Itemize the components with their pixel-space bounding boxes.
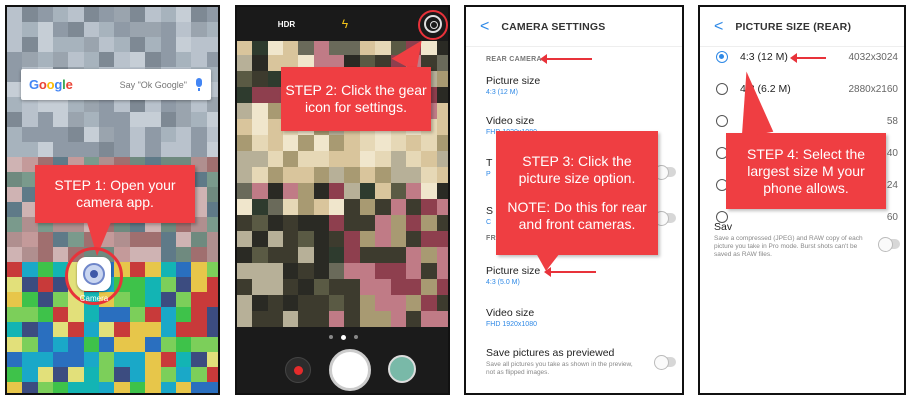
- flash-icon[interactable]: ϟ: [342, 17, 348, 31]
- option-resolution: 58: [886, 115, 898, 127]
- step4-callout: STEP 4: Select the largest size M your p…: [726, 133, 886, 209]
- option-resolution: 60: [886, 211, 898, 223]
- radio-icon[interactable]: [716, 51, 728, 63]
- step3-note: NOTE: Do this for rear and front cameras…: [507, 199, 647, 232]
- rear-section-arrow: [540, 54, 592, 64]
- step3-pointer: [536, 253, 560, 271]
- mode-dots: [329, 335, 358, 340]
- step2-text: STEP 2: Click the gear icon for settings…: [285, 82, 427, 115]
- step3-text: STEP 3: Click the picture size option.: [518, 153, 636, 186]
- panel-camera-settings: < CAMERA SETTINGS REAR CAMERA Picture si…: [464, 5, 684, 395]
- section-front-camera: FR: [486, 235, 496, 242]
- hdr-icon[interactable]: HDR: [278, 20, 295, 29]
- page-title: PICTURE SIZE (REAR): [735, 20, 852, 33]
- panel-camera-app: ⟳ HDR ϟ STEP 2: Click the gear icon for …: [235, 5, 450, 395]
- google-logo: Google: [29, 77, 73, 92]
- toggle-save-as-previewed[interactable]: [654, 355, 676, 370]
- tutorial-root: Google Say "Ok Google" STEP 1: Open your…: [0, 0, 910, 395]
- picture-size-header: < PICTURE SIZE (REAR): [700, 7, 904, 47]
- option-resolution: 24: [886, 179, 898, 191]
- shutter-icon[interactable]: [329, 349, 371, 391]
- radio-icon[interactable]: [716, 83, 728, 95]
- option-resolution: 2880x2160: [848, 83, 899, 95]
- section-rear-camera: REAR CAMERA: [486, 56, 542, 63]
- setting-save-as-previewed[interactable]: Save pictures as previewed Save all pictu…: [486, 347, 636, 377]
- setting-partial-2[interactable]: SC: [486, 205, 493, 226]
- settings-header: < CAMERA SETTINGS: [466, 7, 682, 47]
- setting-picture-size-rear[interactable]: Picture size 4:3 (12 M): [486, 75, 540, 96]
- option-resolution: 40: [886, 147, 898, 159]
- back-icon[interactable]: <: [714, 18, 723, 36]
- setting-picture-size-front[interactable]: Picture size 4:3 (5.0 M): [486, 265, 540, 286]
- record-icon[interactable]: [285, 357, 311, 383]
- google-hint: Say "Ok Google": [119, 79, 187, 90]
- camera-app-icon[interactable]: [77, 257, 111, 291]
- page-title: CAMERA SETTINGS: [501, 20, 606, 33]
- step2-callout: STEP 2: Click the gear icon for settings…: [281, 67, 431, 131]
- gallery-thumbnail-icon[interactable]: [388, 355, 416, 383]
- setting-partial-1[interactable]: TP: [486, 157, 492, 178]
- google-mic-icon[interactable]: [195, 78, 203, 91]
- setting-video-size-front[interactable]: Video size FHD 1920x1080: [486, 307, 537, 328]
- panel-home-screen: Google Say "Ok Google" STEP 1: Open your…: [5, 5, 220, 395]
- back-icon[interactable]: <: [480, 18, 489, 36]
- largest-size-arrow: [790, 53, 826, 63]
- panel-picture-size-rear: < PICTURE SIZE (REAR) 4:3 (12 M) 4032x302…: [698, 5, 906, 395]
- gear-highlight-ring: [418, 10, 448, 40]
- toggle-partial-1[interactable]: [654, 165, 676, 180]
- toggle-save-raw[interactable]: [878, 237, 900, 252]
- step1-text: STEP 1: Open your camera app.: [54, 177, 176, 210]
- radio-icon[interactable]: [716, 115, 728, 127]
- setting-save-raw[interactable]: Sav Save a compressed (JPEG) and RAW cop…: [714, 221, 874, 259]
- step4-pointer: [730, 68, 774, 138]
- step4-text: STEP 4: Select the largest size M your p…: [746, 145, 866, 196]
- front-picture-size-arrow: [544, 267, 596, 277]
- camera-app-label: Camera: [79, 294, 109, 303]
- option-label: 4:3 (12 M): [740, 51, 788, 63]
- camera-top-bar: ⟳ HDR ϟ: [237, 7, 448, 41]
- option-resolution: 4032x3024: [848, 51, 899, 63]
- step3-callout: STEP 3: Click the picture size option. N…: [496, 131, 658, 255]
- google-search-bar[interactable]: Google Say "Ok Google": [21, 69, 211, 100]
- step1-callout: STEP 1: Open your camera app.: [35, 165, 195, 223]
- toggle-partial-2[interactable]: [654, 211, 676, 226]
